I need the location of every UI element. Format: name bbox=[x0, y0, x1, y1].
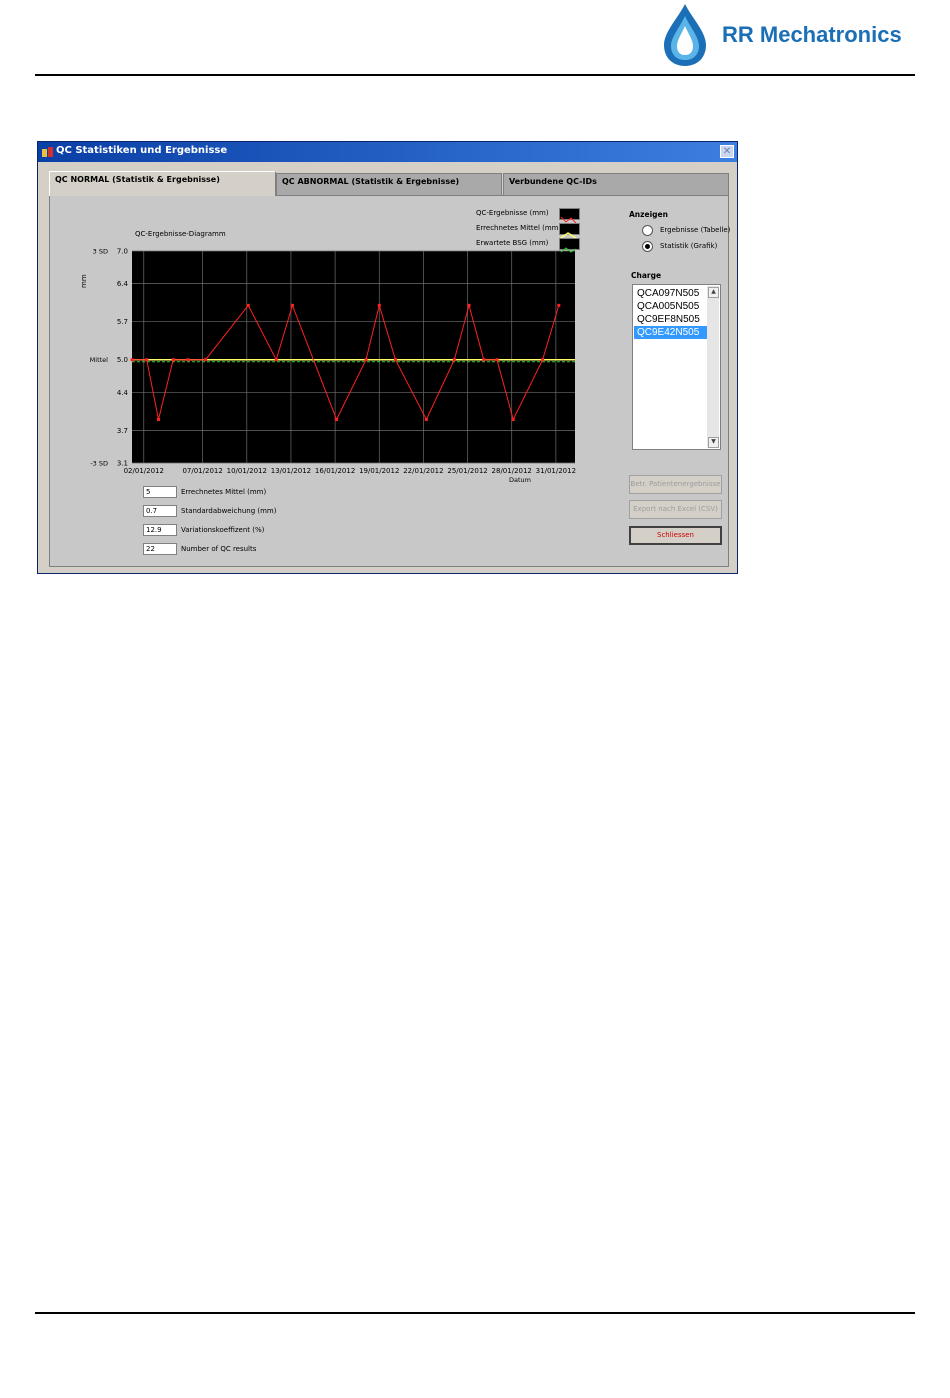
legend-label-expected-esr: Erwartete BSG (mm) bbox=[476, 239, 549, 247]
export-csv-button[interactable]: Export nach Excel (CSV) bbox=[629, 500, 722, 519]
scroll-up-icon[interactable]: ▲ bbox=[708, 287, 719, 298]
charge-list-item-selected[interactable]: QC9E42N505 bbox=[634, 326, 708, 339]
radio-statistics-graph[interactable] bbox=[642, 241, 653, 252]
legend-label-calculated-mean: Errechnetes Mittel (mm) bbox=[476, 224, 562, 232]
data-point bbox=[274, 358, 278, 362]
brand-name: RR Mechatronics bbox=[722, 22, 902, 47]
close-icon[interactable]: ✕ bbox=[720, 145, 734, 158]
mean-value-label: Errechnetes Mittel (mm) bbox=[181, 488, 267, 496]
data-point bbox=[290, 303, 294, 307]
x-tick-label: 10/01/2012 bbox=[227, 467, 267, 475]
data-point bbox=[495, 358, 499, 362]
data-point bbox=[204, 358, 208, 362]
charge-list-item[interactable]: QCA005N505 bbox=[637, 300, 699, 313]
tab-label: QC NORMAL (Statistik & Ergebnisse) bbox=[55, 175, 220, 184]
water-drop-logo-icon bbox=[664, 4, 706, 66]
rr-mechatronics-logo: RR Mechatronics bbox=[658, 2, 918, 70]
x-tick-label: 02/01/2012 bbox=[124, 467, 164, 475]
header-divider bbox=[35, 74, 915, 76]
data-point bbox=[557, 303, 561, 307]
tab-linked-qc-ids[interactable]: Verbundene QC-IDs bbox=[503, 173, 729, 195]
x-tick-label: 13/01/2012 bbox=[271, 467, 311, 475]
cv-field: 12.9 bbox=[143, 524, 177, 536]
tab-label: QC ABNORMAL (Statistik & Ergebnisse) bbox=[282, 177, 460, 186]
std-deviation-field: 0.7 bbox=[143, 505, 177, 517]
tab-qc-abnormal[interactable]: QC ABNORMAL (Statistik & Ergebnisse) bbox=[276, 173, 502, 195]
y-tick-label: 3.7 bbox=[117, 427, 128, 435]
upper-sd-label: 3 SD bbox=[93, 248, 108, 256]
x-tick-label: 31/01/2012 bbox=[536, 467, 576, 475]
radio-label-statistics-graph: Statistik (Grafik) bbox=[660, 242, 718, 250]
x-tick-label: 22/01/2012 bbox=[403, 467, 443, 475]
charge-scrollbar[interactable]: ▲ ▼ bbox=[707, 286, 719, 448]
qc-count-label: Number of QC results bbox=[181, 545, 257, 553]
y-tick-label: 5.7 bbox=[117, 318, 128, 326]
mean-label: Mittel bbox=[90, 356, 109, 364]
data-point bbox=[145, 358, 149, 362]
y-tick-label: 4.4 bbox=[117, 389, 129, 397]
data-point bbox=[377, 303, 381, 307]
data-point bbox=[393, 358, 397, 362]
lower-sd-label: -3 SD bbox=[90, 460, 108, 468]
mean-value-field: 5 bbox=[143, 486, 177, 498]
x-tick-label: 25/01/2012 bbox=[447, 467, 487, 475]
x-tick-label: 07/01/2012 bbox=[182, 467, 222, 475]
window-title: QC Statistiken und Ergebnisse bbox=[56, 145, 228, 156]
legend-swatch-qc-results bbox=[559, 208, 580, 224]
qc-count-field: 22 bbox=[143, 543, 177, 555]
app-icon bbox=[42, 147, 53, 157]
y-axis-label: mm bbox=[80, 274, 88, 288]
legend-swatch-calculated-mean bbox=[559, 223, 580, 239]
charge-list-item[interactable]: QC9EF8N505 bbox=[637, 313, 700, 326]
data-point bbox=[467, 303, 471, 307]
data-point bbox=[364, 358, 368, 362]
data-point bbox=[541, 358, 545, 362]
std-deviation-label: Standardabweichung (mm) bbox=[181, 507, 277, 515]
window-titlebar[interactable]: QC Statistiken und Ergebnisse ✕ bbox=[38, 142, 737, 162]
data-point bbox=[511, 418, 515, 422]
tab-qc-normal[interactable]: QC NORMAL (Statistik & Ergebnisse) bbox=[49, 171, 276, 196]
tab-panel-qc-normal: 7.0 6.4 5.7 5.0 4.4 3.7 3.1 02/01/2012 07/01/201… bbox=[49, 195, 731, 567]
x-tick-label: 19/01/2012 bbox=[359, 467, 399, 475]
footer-divider bbox=[35, 1312, 915, 1314]
data-point bbox=[171, 358, 175, 362]
scroll-down-icon[interactable]: ▼ bbox=[708, 437, 719, 448]
data-point bbox=[482, 358, 486, 362]
x-axis-label: Datum bbox=[509, 476, 531, 484]
tab-label: Verbundene QC-IDs bbox=[509, 177, 597, 186]
close-button[interactable]: Schliessen bbox=[629, 526, 722, 545]
cv-label: Variationskoeffizent (%) bbox=[181, 526, 265, 534]
qc-statistics-window: QC Statistiken und Ergebnisse ✕ QC NORMA… bbox=[37, 141, 738, 574]
charge-list-item[interactable]: QCA097N505 bbox=[637, 287, 699, 300]
radio-label-results-table: Ergebnisse (Tabelle) bbox=[660, 226, 731, 234]
data-point bbox=[156, 418, 160, 422]
data-point bbox=[452, 358, 456, 362]
x-tick-label: 16/01/2012 bbox=[315, 467, 355, 475]
radio-results-table[interactable] bbox=[642, 225, 653, 236]
data-point bbox=[246, 303, 250, 307]
y-tick-label: 7.0 bbox=[117, 248, 128, 256]
charge-title: Charge bbox=[631, 271, 662, 280]
legend-swatch-expected-esr bbox=[559, 238, 580, 253]
data-point bbox=[335, 418, 339, 422]
plot-area bbox=[132, 251, 575, 463]
y-tick-label: 6.4 bbox=[117, 280, 129, 288]
patient-results-button[interactable]: Betr. Patientenergebnisse bbox=[629, 475, 722, 494]
legend-label-qc-results: QC-Ergebnisse (mm) bbox=[476, 209, 549, 217]
y-tick-label: 5.0 bbox=[117, 356, 128, 364]
data-point bbox=[424, 418, 428, 422]
diagram-label: QC-Ergebnisse-Diagramm bbox=[135, 230, 226, 238]
display-title: Anzeigen bbox=[629, 210, 668, 219]
data-point bbox=[186, 358, 190, 362]
charge-listbox[interactable]: QCA097N505 QCA005N505 QC9EF8N505 QC9E42N… bbox=[632, 284, 721, 450]
data-point bbox=[130, 358, 134, 362]
x-tick-label: 28/01/2012 bbox=[492, 467, 532, 475]
